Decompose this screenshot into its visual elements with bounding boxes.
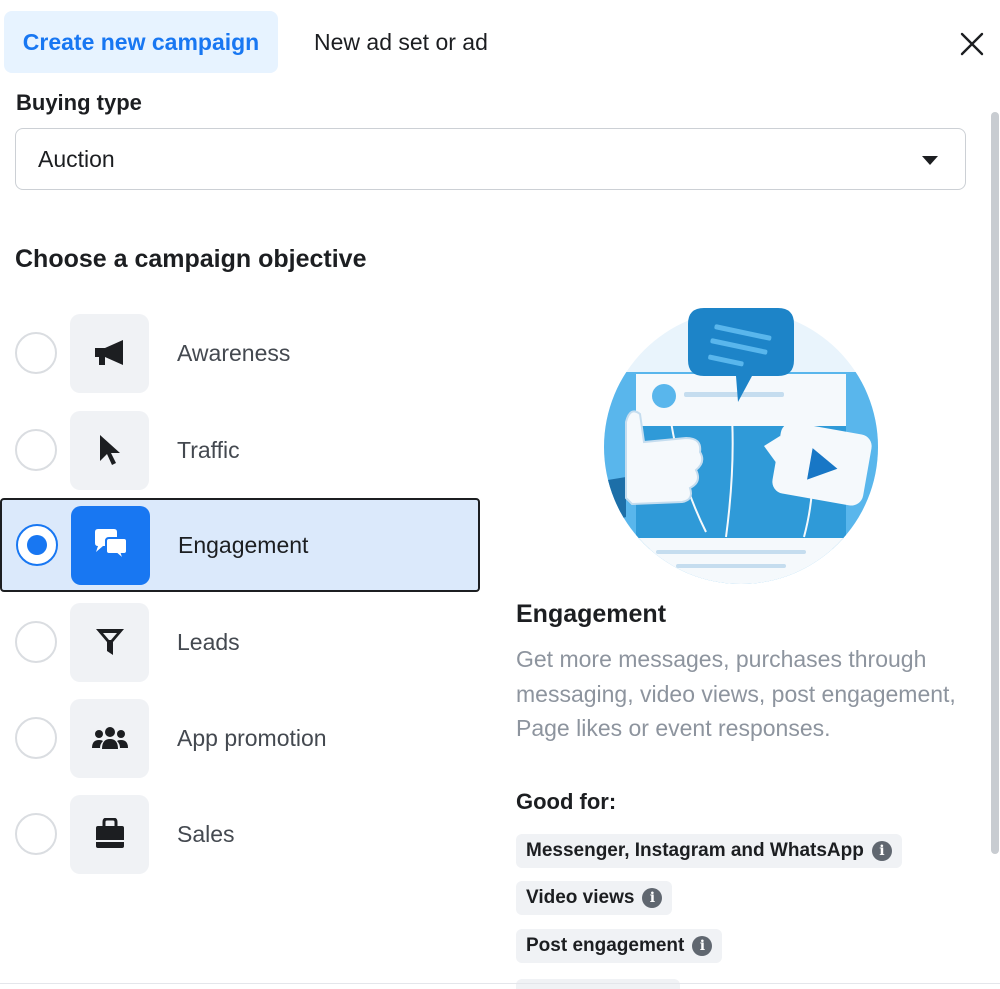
objective-label: Traffic xyxy=(177,436,240,463)
chip-label: Messenger, Instagram and WhatsApp xyxy=(526,840,864,861)
good-for-chip: Post engagement i xyxy=(516,929,723,963)
chat-bubbles-icon xyxy=(94,529,128,562)
radio-sales[interactable] xyxy=(15,813,57,855)
objective-engagement[interactable]: Engagement xyxy=(0,498,480,592)
objective-label: App promotion xyxy=(177,724,327,751)
buying-type-label: Buying type xyxy=(16,90,142,115)
engagement-illustration xyxy=(604,308,878,584)
good-for-chip-partial xyxy=(516,979,680,989)
good-for-label: Good for: xyxy=(516,789,617,814)
bottom-divider xyxy=(0,983,1000,984)
objective-leads[interactable]: Leads xyxy=(0,595,480,689)
objective-detail-title: Engagement xyxy=(516,600,667,628)
objective-icon-tile xyxy=(71,505,150,585)
tab-new-ad-set-or-ad[interactable]: New ad set or ad xyxy=(296,11,506,73)
objective-icon-tile xyxy=(70,794,149,874)
header-tabs: Create new campaign New ad set or ad xyxy=(0,0,1000,80)
close-icon xyxy=(960,32,984,56)
objective-label: Engagement xyxy=(178,531,309,558)
people-icon xyxy=(91,727,128,749)
radio-leads[interactable] xyxy=(15,621,57,663)
campaign-objective-heading: Choose a campaign objective xyxy=(15,245,367,273)
good-for-chip: Messenger, Instagram and WhatsApp i xyxy=(516,834,902,868)
objective-label: Leads xyxy=(177,628,240,655)
objective-icon-tile xyxy=(70,410,149,490)
objective-traffic[interactable]: Traffic xyxy=(0,403,480,497)
objective-icon-tile xyxy=(70,698,149,778)
info-icon[interactable]: i xyxy=(642,888,663,908)
close-button[interactable] xyxy=(950,22,994,66)
buying-type-value: Auction xyxy=(38,145,115,172)
megaphone-icon xyxy=(94,340,123,365)
objective-icon-tile xyxy=(70,602,149,682)
chip-label: Post engagement xyxy=(526,935,685,956)
chip-label: Video views xyxy=(526,887,635,908)
scrollbar-thumb[interactable] xyxy=(991,112,999,854)
caret-down-icon xyxy=(922,156,938,165)
good-for-chip: Video views i xyxy=(516,881,673,915)
info-icon[interactable]: i xyxy=(692,936,713,956)
radio-awareness[interactable] xyxy=(15,332,57,374)
shopping-bag-icon xyxy=(95,818,124,848)
objective-icon-tile xyxy=(70,313,149,393)
radio-app-promotion[interactable] xyxy=(15,717,57,759)
radio-selected-dot xyxy=(27,535,47,555)
funnel-icon xyxy=(95,629,124,655)
objective-awareness[interactable]: Awareness xyxy=(0,306,480,400)
objective-detail-description: Get more messages, purchases through mes… xyxy=(516,646,956,741)
radio-traffic[interactable] xyxy=(15,429,57,471)
tab-create-new-campaign[interactable]: Create new campaign xyxy=(4,11,278,73)
info-icon[interactable]: i xyxy=(871,841,892,861)
objective-label: Sales xyxy=(177,820,235,847)
objective-label: Awareness xyxy=(177,339,291,366)
objective-sales[interactable]: Sales xyxy=(0,787,480,881)
objective-app-promotion[interactable]: App promotion xyxy=(0,691,480,785)
cursor-icon xyxy=(99,435,120,465)
buying-type-select[interactable]: Auction xyxy=(15,128,966,190)
radio-engagement[interactable] xyxy=(16,524,58,566)
